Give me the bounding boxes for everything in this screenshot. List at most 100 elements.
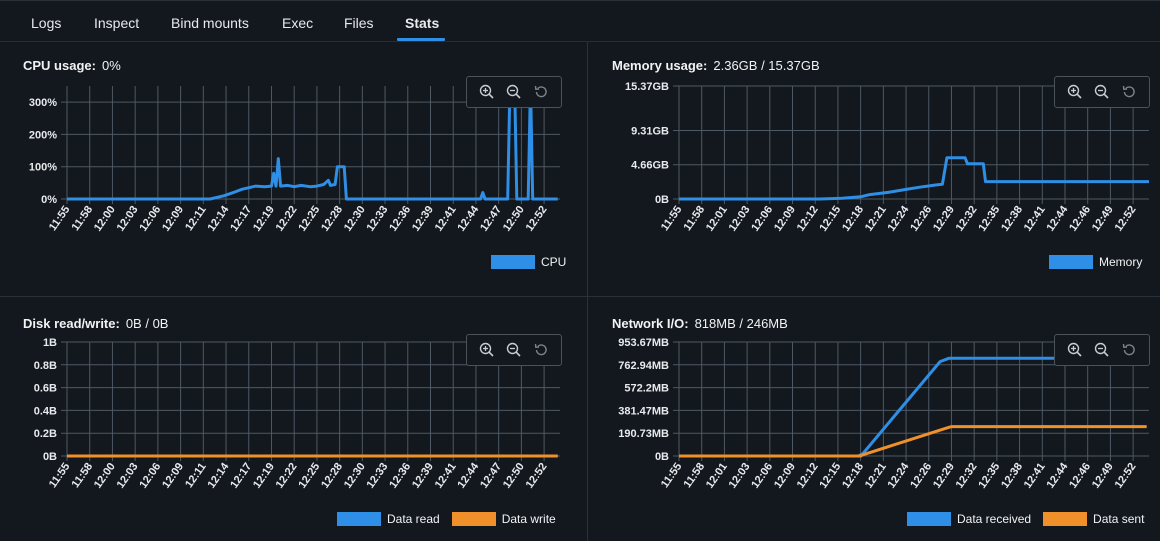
disk-zoom-out-button[interactable] xyxy=(503,339,525,361)
x-tick-label: 12:44 xyxy=(455,203,481,234)
y-tick-label: 0.4B xyxy=(34,405,57,417)
x-tick-label: 12:47 xyxy=(478,461,504,491)
x-tick-label: 12:47 xyxy=(478,204,504,234)
x-tick-label: 12:41 xyxy=(1022,204,1048,234)
y-tick-label: 300% xyxy=(29,97,57,109)
network-reset-zoom-button[interactable] xyxy=(1118,339,1140,361)
x-tick-label: 12:41 xyxy=(433,204,459,234)
x-tick-label: 12:06 xyxy=(749,204,775,234)
y-tick-label: 572.2MB xyxy=(624,383,669,395)
x-tick-label: 12:09 xyxy=(160,461,186,491)
x-tick-label: 12:28 xyxy=(319,461,345,491)
tab-stats[interactable]: Stats xyxy=(405,15,439,31)
x-tick-label: 12:21 xyxy=(863,461,889,491)
y-tick-label: 200% xyxy=(29,129,57,141)
legend-item-data-write[interactable]: Data write xyxy=(451,512,556,526)
x-tick-label: 12:32 xyxy=(954,461,980,491)
x-tick-label: 12:39 xyxy=(410,461,436,491)
x-tick-label: 12:25 xyxy=(296,204,322,234)
x-tick-label: 12:15 xyxy=(817,204,843,234)
memory-usage-panel: Memory usage: 2.36GB / 15.37GB 0B 4.66GB 9.… xyxy=(588,43,1160,296)
x-tick-label: 12:03 xyxy=(727,204,753,234)
x-tick-label: 12:36 xyxy=(387,204,413,234)
memory-zoom-controls xyxy=(1054,76,1150,108)
x-tick-label: 12:21 xyxy=(863,204,889,234)
legend-swatch xyxy=(1043,512,1088,526)
x-tick-label: 12:19 xyxy=(251,204,277,234)
x-tick-label: 12:39 xyxy=(410,204,436,234)
legend-item-memory[interactable]: Memory xyxy=(1049,255,1142,269)
x-tick-label: 12:35 xyxy=(976,204,1002,234)
x-tick-label: 12:06 xyxy=(137,204,163,234)
x-tick-label: 12:46 xyxy=(1067,461,1093,491)
legend-item-data-received[interactable]: Data received xyxy=(907,512,1031,526)
zoom-out-icon xyxy=(506,84,521,99)
legend-label: Data write xyxy=(501,512,556,526)
cpu-usage-panel: CPU usage: 0% 0% 100% 200% 300% 11:55 11:58 12:… xyxy=(0,43,587,296)
x-tick-label: 12:03 xyxy=(727,461,753,491)
x-tick-label: 12:41 xyxy=(1022,461,1048,491)
x-tick-label: 12:29 xyxy=(931,204,957,234)
cpu-reset-zoom-button[interactable] xyxy=(530,81,552,103)
x-tick-label: 12:18 xyxy=(840,461,866,491)
tab-inspect[interactable]: Inspect xyxy=(94,15,139,31)
x-tick-label: 12:50 xyxy=(501,204,527,234)
memory-legend: Memory xyxy=(1037,255,1142,269)
series-line-data-received xyxy=(679,356,1079,458)
x-tick-label: 12:18 xyxy=(840,204,866,234)
legend-item-data-read[interactable]: Data read xyxy=(337,512,440,526)
x-tick-label: 11:55 xyxy=(47,204,73,233)
tab-logs[interactable]: Logs xyxy=(31,15,61,31)
x-tick-label: 12:44 xyxy=(455,460,481,491)
y-tick-label: 0.2B xyxy=(34,428,57,440)
x-tick-label: 12:09 xyxy=(160,204,186,234)
x-tick-label: 12:12 xyxy=(795,461,821,491)
y-tick-label: 0.8B xyxy=(34,360,57,372)
disk-zoom-controls xyxy=(466,334,562,366)
network-legend: Data received Data sent xyxy=(895,512,1144,526)
memory-reset-zoom-button[interactable] xyxy=(1118,81,1140,103)
legend-item-cpu[interactable]: CPU xyxy=(491,255,566,269)
legend-swatch xyxy=(1049,255,1093,269)
x-tick-label: 12:30 xyxy=(342,461,368,491)
disk-zoom-in-button[interactable] xyxy=(476,339,498,361)
legend-swatch xyxy=(907,512,951,526)
legend-swatch xyxy=(451,512,496,526)
tab-bind-mounts[interactable]: Bind mounts xyxy=(171,15,249,31)
reset-zoom-icon xyxy=(1123,343,1136,356)
x-tick-label: 12:36 xyxy=(387,461,413,491)
legend-item-data-sent[interactable]: Data sent xyxy=(1043,512,1144,526)
tab-exec[interactable]: Exec xyxy=(282,15,313,31)
x-tick-label: 12:49 xyxy=(1090,204,1116,234)
cpu-zoom-in-button[interactable] xyxy=(476,81,498,103)
memory-zoom-out-button[interactable] xyxy=(1091,81,1113,103)
x-tick-label: 12:22 xyxy=(274,461,300,491)
legend-label: Memory xyxy=(1099,255,1143,269)
reset-zoom-icon xyxy=(1123,85,1136,98)
x-tick-label: 12:44 xyxy=(1044,460,1070,491)
y-tick-label: 762.94MB xyxy=(618,360,669,372)
memory-zoom-in-button[interactable] xyxy=(1064,81,1086,103)
tab-bar: Logs Inspect Bind mounts Exec Files Stat… xyxy=(0,0,1160,42)
x-tick-label: 12:52 xyxy=(1113,461,1139,491)
x-tick-label: 11:55 xyxy=(659,461,685,490)
y-tick-label: 0B xyxy=(655,451,669,463)
network-zoom-controls xyxy=(1054,334,1150,366)
y-tick-label: 381.47MB xyxy=(618,405,669,417)
tab-files[interactable]: Files xyxy=(344,15,374,31)
y-tick-label: 15.37GB xyxy=(625,81,669,93)
x-tick-label: 12:19 xyxy=(251,461,277,491)
y-tick-label: 4.66GB xyxy=(631,160,669,172)
cpu-zoom-out-button[interactable] xyxy=(503,81,525,103)
network-zoom-out-button[interactable] xyxy=(1091,339,1113,361)
series-line-data-sent xyxy=(679,425,1147,458)
x-tick-label: 12:22 xyxy=(274,204,300,234)
network-zoom-in-button[interactable] xyxy=(1064,339,1086,361)
x-tick-label: 12:17 xyxy=(228,204,254,234)
x-tick-label: 12:46 xyxy=(1067,204,1093,234)
x-tick-label: 12:50 xyxy=(501,461,527,491)
disk-reset-zoom-button[interactable] xyxy=(530,339,552,361)
x-tick-label: 12:01 xyxy=(704,204,730,234)
x-tick-label: 12:09 xyxy=(772,461,798,491)
x-tick-label: 12:06 xyxy=(137,461,163,491)
